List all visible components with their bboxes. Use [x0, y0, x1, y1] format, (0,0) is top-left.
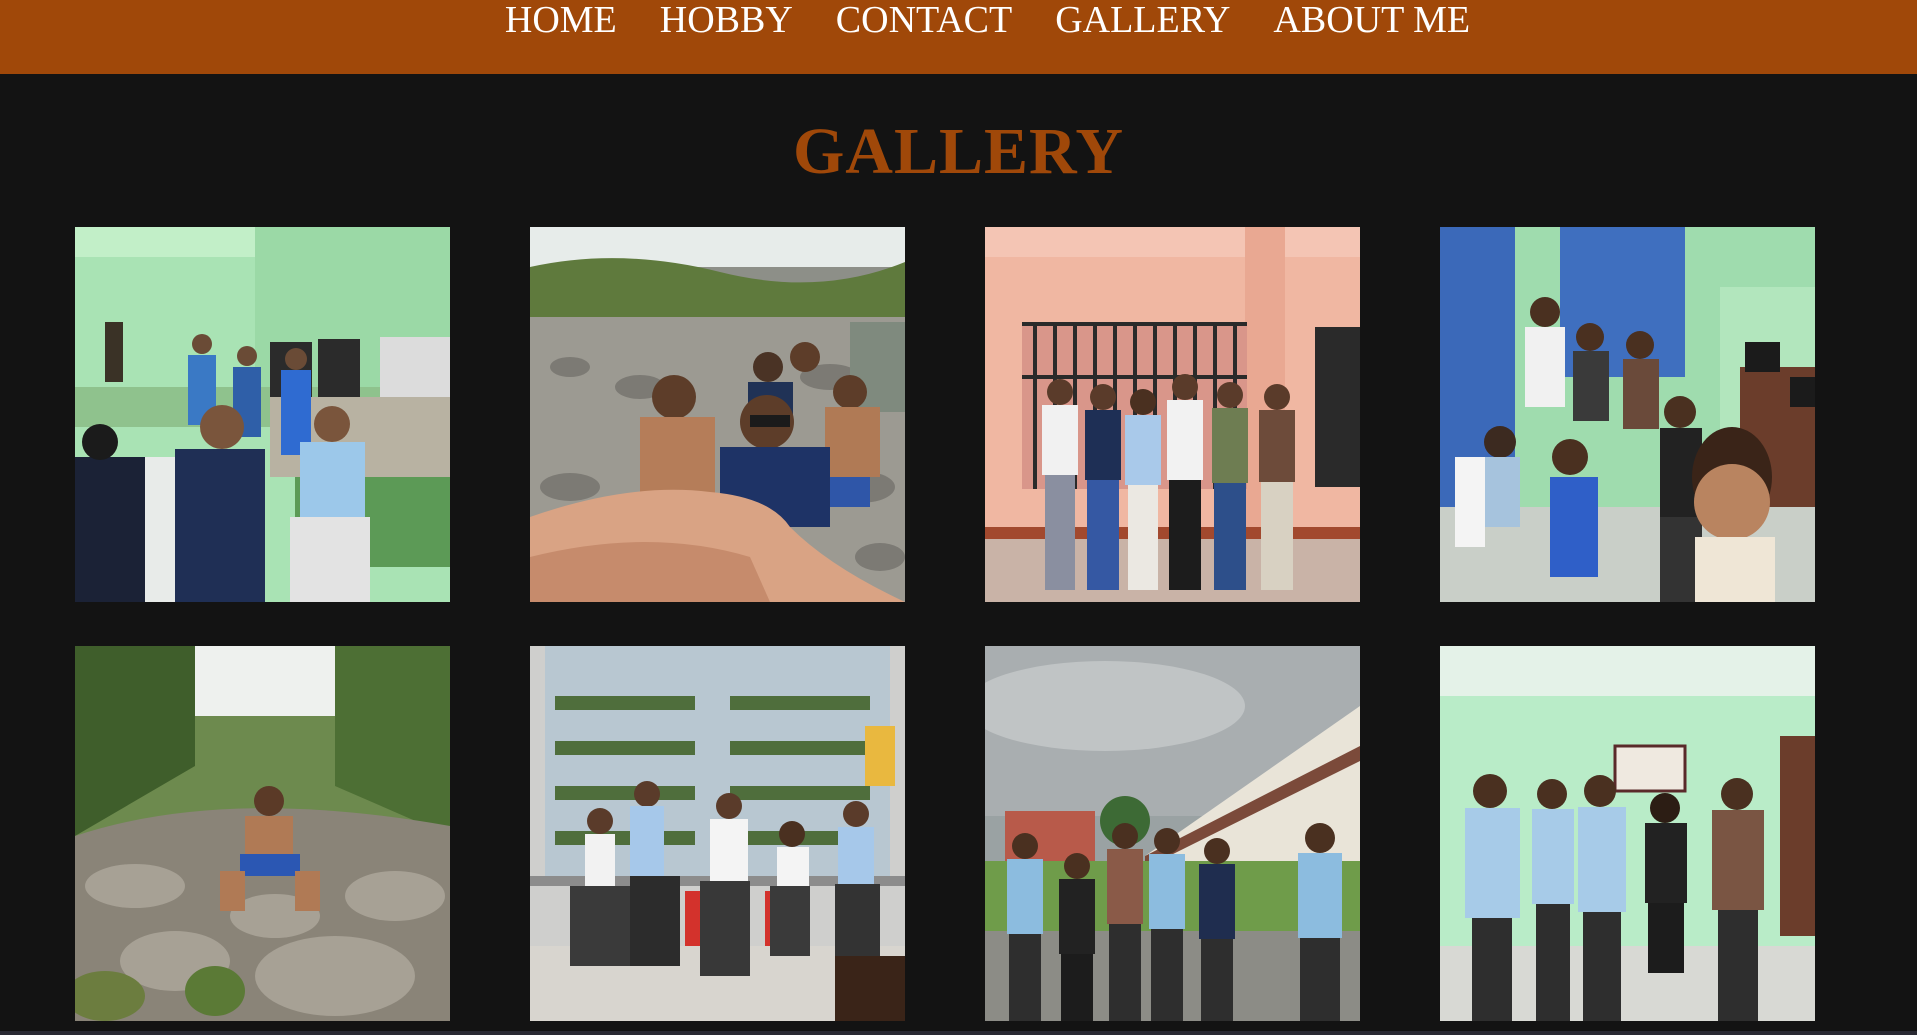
- gallery-photo-building-front[interactable]: [985, 227, 1360, 602]
- nav-link-gallery[interactable]: GALLERY: [1055, 0, 1230, 40]
- top-navbar: HOME HOBBY CONTACT GALLERY ABOUT ME: [0, 0, 1917, 74]
- photo-image: [530, 227, 905, 602]
- gallery-photo-classroom-group[interactable]: [1440, 646, 1815, 1021]
- gallery-grid: [75, 227, 1815, 1021]
- gallery-photo-river-selfie[interactable]: [530, 227, 905, 602]
- gallery-photo-river-rocks[interactable]: [75, 646, 450, 1021]
- photo-image: [1440, 646, 1815, 1021]
- gallery-photo-computer-lab[interactable]: [75, 227, 450, 602]
- page-title: GALLERY: [792, 115, 1125, 188]
- nav-link-hobby[interactable]: HOBBY: [660, 0, 793, 40]
- photo-image: [985, 646, 1360, 1021]
- nav-link-contact[interactable]: CONTACT: [836, 0, 1012, 40]
- page-bottom-edge: [0, 1031, 1917, 1035]
- gallery-photo-campus-outdoor[interactable]: [985, 646, 1360, 1021]
- gallery-photo-classroom-selfie[interactable]: [1440, 227, 1815, 602]
- photo-image: [985, 227, 1360, 602]
- gallery-photo-store-front[interactable]: [530, 646, 905, 1021]
- nav-link-home[interactable]: HOME: [505, 0, 617, 40]
- photo-image: [1440, 227, 1815, 602]
- nav-link-about-me[interactable]: ABOUT ME: [1273, 0, 1470, 40]
- photo-image: [530, 646, 905, 1021]
- photo-image: [75, 227, 450, 602]
- photo-image: [75, 646, 450, 1021]
- nav-list: HOME HOBBY CONTACT GALLERY ABOUT ME: [447, 0, 1470, 40]
